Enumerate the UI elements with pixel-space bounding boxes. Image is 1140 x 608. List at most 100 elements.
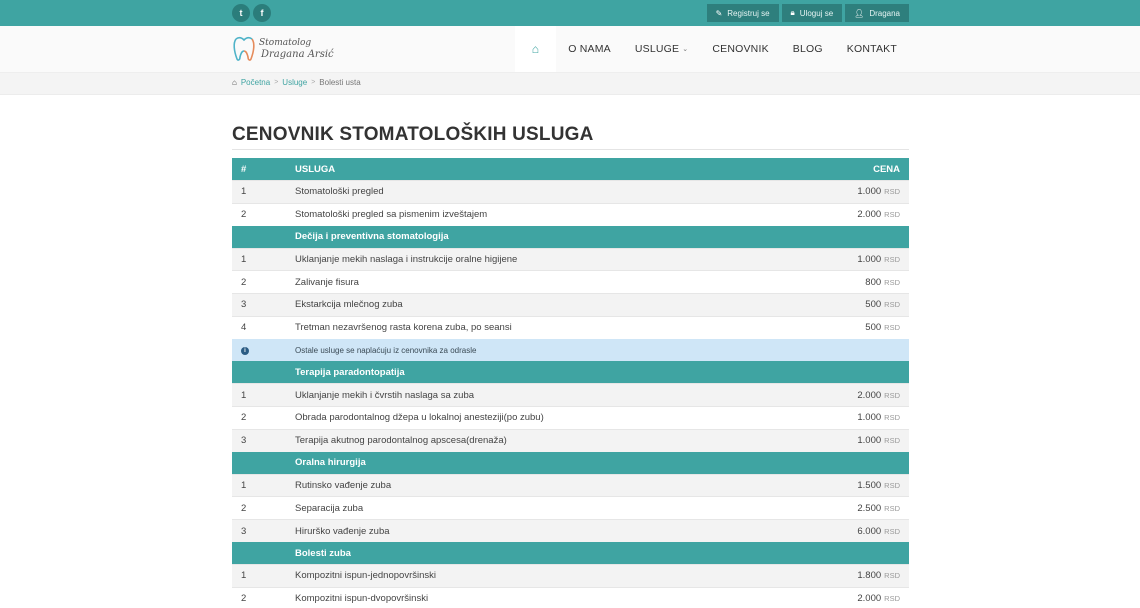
price-value: 2.500 <box>857 502 882 514</box>
price-value: 2.000 <box>857 209 882 221</box>
row-number: 1 <box>232 247 295 271</box>
row-service: Stomatološki pregled sa pismenim izvešta… <box>295 202 804 226</box>
row-number: 3 <box>232 293 295 317</box>
register-button[interactable]: ✎ Registruj se <box>706 4 779 22</box>
nav-home[interactable]: ⌂ <box>514 26 557 72</box>
user-button[interactable]: 👤︎ Dragana <box>845 4 909 22</box>
nav-o-nama[interactable]: O NAMA <box>556 26 623 72</box>
nav-blog[interactable]: BLOG <box>781 26 835 72</box>
row-price: 1.000 RSD <box>803 406 909 430</box>
price-value: 2.000 <box>857 593 882 605</box>
login-button[interactable]: 🔒︎ Uloguj se <box>781 4 843 22</box>
currency-label: RSD <box>884 210 900 220</box>
header-price: CENA <box>803 158 909 181</box>
social-links: t f <box>232 4 271 22</box>
login-label: Uloguj se <box>799 8 834 18</box>
row-price: 500 RSD <box>803 293 909 317</box>
nav-cenovnik[interactable]: CENOVNIK <box>700 26 780 72</box>
row-price: 2.500 RSD <box>803 496 909 520</box>
price-value: 1.000 <box>857 186 882 198</box>
site-header: Stomatolog Dragana Arsić ⌂ O NAMA USLUGE… <box>0 26 1140 73</box>
currency-label: RSD <box>884 571 900 581</box>
row-service: Obrada parodontalnog džepa u lokalnoj an… <box>295 406 804 430</box>
breadcrumb-current: Bolesti usta <box>319 78 361 87</box>
currency-label: RSD <box>884 390 900 400</box>
row-service: Ekstarkcija mlečnog zuba <box>295 293 804 317</box>
category-row: Dečija i preventivna stomatologija <box>232 225 909 249</box>
nav-usluge[interactable]: USLUGE ⌄ <box>623 26 700 72</box>
currency-label: RSD <box>884 277 900 287</box>
row-service: Tretman nezavršenog rasta korena zuba, p… <box>295 315 804 339</box>
row-price: 1.500 RSD <box>803 473 909 497</box>
row-price: 1.000 RSD <box>803 247 909 271</box>
row-price: 1.800 RSD <box>803 564 909 588</box>
table-row: 1 Uklanjanje mekih i čvrstih naslaga sa z… <box>232 383 909 407</box>
breadcrumb-home[interactable]: Početna <box>241 78 270 87</box>
info-icon: i <box>241 347 249 356</box>
title-divider <box>232 149 909 150</box>
currency-label: RSD <box>884 300 900 310</box>
row-number: 4 <box>232 315 295 339</box>
row-price: 1.000 RSD <box>803 180 909 204</box>
row-service: Zalivanje fisura <box>295 270 804 294</box>
price-value: 1.500 <box>857 480 882 492</box>
row-service: Kompozitni ispun-dvopovršinski <box>295 586 804 608</box>
table-row: 3 Terapija akutnog parodontalnog apscesa(… <box>232 428 909 452</box>
breadcrumb-usluge[interactable]: Usluge <box>282 78 307 87</box>
logo-line-1: Stomatolog <box>259 38 312 48</box>
nav-kontakt[interactable]: KONTAKT <box>835 26 909 72</box>
header-service: USLUGA <box>295 158 804 181</box>
row-number: 2 <box>232 496 295 520</box>
row-number: 3 <box>232 519 295 543</box>
row-price: 2.000 RSD <box>803 383 909 407</box>
table-row: 3 Ekstarkcija mlečnog zuba 500 RSD <box>232 293 909 317</box>
table-row: 1 Uklanjanje mekih naslaga i instrukcije … <box>232 247 909 271</box>
row-number: 1 <box>232 180 295 204</box>
row-price: 500 RSD <box>803 315 909 339</box>
price-value: 1.000 <box>857 435 882 447</box>
home-icon: ⌂ <box>232 78 237 87</box>
price-value: 800 <box>865 276 882 288</box>
row-service: Kompozitni ispun-jednopovršinski <box>295 564 804 588</box>
table-row: 1 Rutinsko vađenje zuba 1.500 RSD <box>232 473 909 497</box>
category-title: Terapija paradontopatija <box>295 361 909 384</box>
row-price: 2.000 RSD <box>803 202 909 226</box>
table-header-row: # USLUGA CENA <box>232 158 909 181</box>
category-title: Oralna hirurgija <box>295 451 909 475</box>
home-icon: ⌂ <box>531 42 540 56</box>
logo-line-2: Dragana Arsić <box>261 49 334 60</box>
currency-label: RSD <box>884 255 900 265</box>
category-title: Bolesti zuba <box>295 542 909 565</box>
table-row: 2 Kompozitni ispun-dvopovršinski 2.000 RSD <box>232 586 909 608</box>
table-row: 1 Kompozitni ispun-jednopovršinski 1.800 RS… <box>232 564 909 588</box>
row-service: Hirurško vađenje zuba <box>295 519 804 543</box>
price-value: 6.000 <box>857 525 882 537</box>
row-service: Rutinsko vađenje zuba <box>295 473 804 497</box>
twitter-icon[interactable]: t <box>232 4 250 22</box>
currency-label: RSD <box>884 436 900 446</box>
price-value: 2.000 <box>857 389 882 401</box>
row-number: 2 <box>232 406 295 430</box>
facebook-icon[interactable]: f <box>253 4 271 22</box>
row-service: Terapija akutnog parodontalnog apscesa(d… <box>295 428 804 452</box>
site-logo[interactable]: Stomatolog Dragana Arsić <box>232 35 334 63</box>
table-row: 3 Hirurško vađenje zuba 6.000 RSD <box>232 519 909 543</box>
row-price: 1.000 RSD <box>803 428 909 452</box>
row-number: 1 <box>232 473 295 497</box>
table-row: 2 Obrada parodontalnog džepa u lokalnoj a… <box>232 406 909 430</box>
currency-label: RSD <box>884 594 900 604</box>
table-row: 2 Stomatološki pregled sa pismenim izvešt… <box>232 202 909 226</box>
table-row: 2 Zalivanje fisura 800 RSD <box>232 270 909 294</box>
user-icon: 👤︎ <box>854 8 865 18</box>
price-value: 1.000 <box>857 412 882 424</box>
currency-label: RSD <box>884 323 900 333</box>
row-service: Uklanjanje mekih naslaga i instrukcije o… <box>295 247 804 271</box>
chevron-down-icon: ⌄ <box>682 46 689 53</box>
info-row: i Ostale usluge se naplaćuju iz cenovnika… <box>232 338 909 362</box>
row-number: 3 <box>232 428 295 452</box>
header-num: # <box>232 158 295 181</box>
row-number: 2 <box>232 202 295 226</box>
row-number: 1 <box>232 564 295 588</box>
price-table: # USLUGA CENA 1 Stomatološki pregled 1.000… <box>232 158 909 608</box>
row-price: 2.000 RSD <box>803 586 909 608</box>
